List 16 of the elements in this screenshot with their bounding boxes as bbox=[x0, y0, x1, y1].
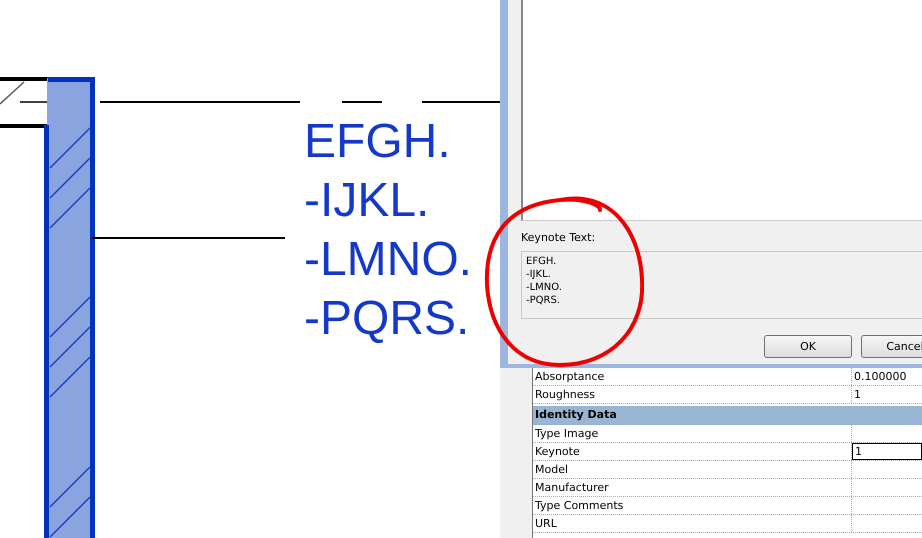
property-name: Keynote bbox=[533, 443, 852, 460]
field-label: Keynote Text: bbox=[521, 231, 596, 245]
property-name: Roughness bbox=[533, 386, 852, 403]
property-name: Type Comments bbox=[533, 497, 852, 514]
value-field[interactable]: 1 bbox=[852, 443, 922, 460]
property-name: URL bbox=[533, 515, 852, 532]
list-box[interactable] bbox=[521, 0, 922, 221]
property-name: Type Image bbox=[533, 425, 852, 442]
property-name: Model bbox=[533, 461, 852, 478]
keynote-text-field[interactable]: EFGH. -IJKL. -LMNO. -PQRS. bbox=[521, 251, 922, 319]
property-name: Absorptance bbox=[533, 368, 852, 385]
property-value: 1 bbox=[853, 387, 862, 403]
property-name: Manufacturer bbox=[533, 479, 852, 496]
keynote-tag: EFGH. -IJKL. -LMNO. -PQRS. bbox=[304, 112, 472, 348]
ok-button[interactable]: OK bbox=[764, 335, 852, 358]
property-value: 0.100000 bbox=[853, 369, 908, 385]
